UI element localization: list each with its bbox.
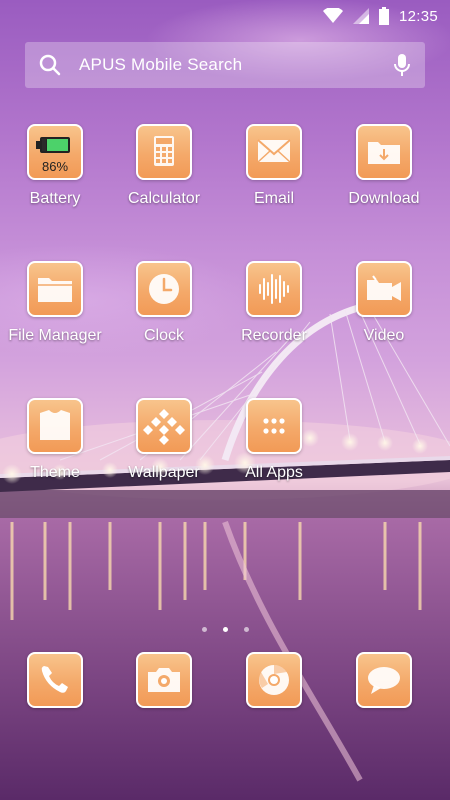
app-label: Download	[348, 190, 420, 207]
wifi-icon	[322, 8, 343, 23]
download-folder-icon[interactable]	[356, 124, 412, 180]
wallpaper-diamond-icon[interactable]	[136, 398, 192, 454]
search-input[interactable]: APUS Mobile Search	[79, 55, 242, 75]
phone-icon[interactable]	[27, 652, 83, 708]
waveform-icon[interactable]	[246, 261, 302, 317]
browser-icon[interactable]	[246, 652, 302, 708]
camera-icon[interactable]	[136, 652, 192, 708]
folder-icon[interactable]	[27, 261, 83, 317]
dock-messages[interactable]	[329, 652, 439, 708]
app-label: Battery	[29, 190, 81, 207]
video-camera-icon[interactable]	[356, 261, 412, 317]
dock-camera[interactable]	[109, 652, 219, 708]
mic-icon[interactable]	[393, 53, 411, 77]
message-bubble-icon[interactable]	[356, 652, 412, 708]
app-download[interactable]: Download	[329, 124, 439, 208]
cell-signal-icon	[352, 8, 369, 24]
calculator-icon[interactable]	[136, 124, 192, 180]
status-time: 12:35	[398, 7, 438, 25]
clock-icon[interactable]	[136, 261, 192, 317]
app-label: All Apps	[245, 464, 303, 481]
app-battery[interactable]: 86% Battery	[0, 124, 110, 208]
battery-percentage: 86%	[41, 159, 69, 174]
dock-browser[interactable]	[219, 652, 329, 708]
app-label: Email	[253, 190, 294, 207]
page-dot[interactable]	[243, 627, 249, 632]
search-bar[interactable]: APUS Mobile Search	[25, 42, 425, 88]
app-email[interactable]: Email	[219, 124, 329, 208]
app-all-apps[interactable]: All Apps	[219, 398, 329, 482]
status-bar: 12:35	[0, 0, 450, 32]
page-indicator	[0, 619, 450, 637]
app-file-manager[interactable]: File Manager	[0, 261, 110, 345]
home-screen: 12:35 APUS Mobile Search 86% Battery Cal…	[0, 0, 450, 800]
app-label: Wallpaper	[128, 464, 200, 481]
page-dot-active[interactable]	[222, 627, 228, 632]
app-label: Clock	[143, 327, 184, 344]
search-icon[interactable]	[39, 54, 61, 76]
app-label: Theme	[30, 464, 80, 481]
app-label: Video	[363, 327, 405, 344]
app-label: Recorder	[241, 327, 307, 344]
app-clock[interactable]: Clock	[109, 261, 219, 345]
app-label: Calculator	[127, 190, 201, 207]
battery-icon[interactable]: 86%	[27, 124, 83, 180]
app-calculator[interactable]: Calculator	[109, 124, 219, 208]
shirt-icon[interactable]	[27, 398, 83, 454]
battery-icon	[378, 7, 389, 25]
app-video[interactable]: Video	[329, 261, 439, 345]
dock-phone[interactable]	[0, 652, 110, 708]
app-recorder[interactable]: Recorder	[219, 261, 329, 345]
envelope-icon[interactable]	[246, 124, 302, 180]
app-theme[interactable]: Theme	[0, 398, 110, 482]
app-grid-icon[interactable]	[246, 398, 302, 454]
app-label: File Manager	[8, 327, 102, 344]
app-wallpaper[interactable]: Wallpaper	[109, 398, 219, 482]
page-dot[interactable]	[201, 627, 207, 632]
